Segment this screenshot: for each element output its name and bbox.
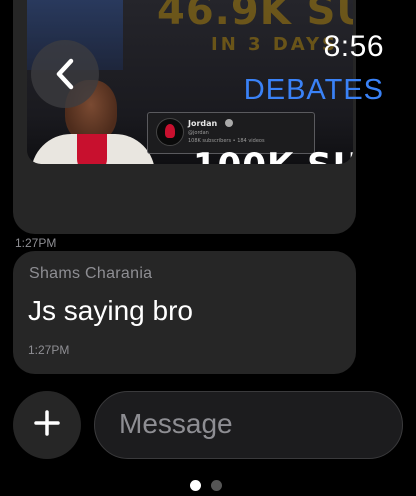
message-input[interactable]: Message bbox=[94, 391, 403, 459]
page-indicator[interactable] bbox=[190, 480, 226, 492]
message-sender: Shams Charania bbox=[29, 265, 153, 282]
image-banner-headline: 46.9K SUBS bbox=[157, 0, 353, 34]
chat-title[interactable]: DEBATES bbox=[244, 74, 384, 107]
message-input-placeholder: Message bbox=[119, 408, 233, 439]
plus-icon bbox=[34, 410, 60, 440]
message-timestamp: 1:27PM bbox=[28, 343, 70, 357]
page-dot-active bbox=[190, 480, 201, 491]
image-bottom-caption: 100K SUBS bbox=[193, 146, 353, 164]
clock-time: 8:56 bbox=[323, 30, 384, 63]
message-bubble-text[interactable]: Shams Charania Js saying bro 1:27PM bbox=[13, 251, 356, 374]
watch-screen: 46.9K SUBS IN 3 DAYS Jordan @jordan 108K… bbox=[0, 0, 416, 496]
message-timestamp: 1:27PM bbox=[15, 236, 57, 250]
image-profile-avatar bbox=[156, 118, 184, 146]
message-text: Js saying bro bbox=[28, 295, 193, 326]
image-profile-name: Jordan bbox=[188, 119, 218, 128]
image-profile-handle: @jordan bbox=[188, 130, 209, 136]
back-button[interactable] bbox=[31, 40, 99, 108]
image-profile-stats: 108K subscribers • 184 videos bbox=[188, 138, 265, 144]
chevron-left-icon bbox=[54, 58, 76, 90]
message-bubble-image[interactable]: 46.9K SUBS IN 3 DAYS Jordan @jordan 108K… bbox=[13, 0, 356, 234]
add-attachment-button[interactable] bbox=[13, 391, 81, 459]
image-person-jersey-stripe bbox=[77, 134, 107, 164]
image-banner-subline: IN 3 DAYS bbox=[211, 34, 338, 55]
verified-check-icon bbox=[225, 119, 233, 127]
page-dot-inactive bbox=[211, 480, 222, 491]
